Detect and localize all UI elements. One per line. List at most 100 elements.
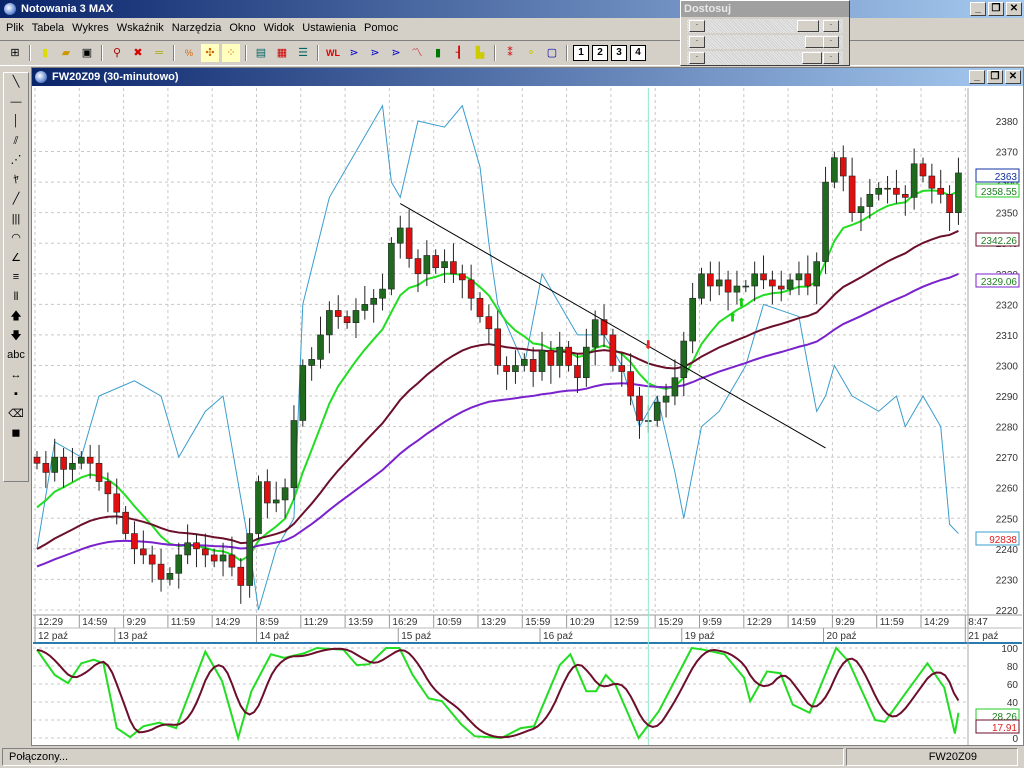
time-label: 16:29 <box>392 617 417 628</box>
candle-body <box>290 420 298 489</box>
price-chart[interactable]: 2220223022402250226022702280229023002310… <box>0 0 1024 768</box>
candle-body <box>901 194 909 198</box>
candle-body <box>131 533 138 550</box>
moving-average-mid <box>36 230 959 550</box>
ma-long-value: 2329.06 <box>981 277 1018 288</box>
candle-body <box>742 285 750 288</box>
time-label: 13:59 <box>348 617 373 628</box>
overlay-value: 92838 <box>989 535 1017 546</box>
candle-body <box>609 334 617 366</box>
candle-body <box>583 346 590 379</box>
candle-body <box>51 456 59 473</box>
candle-body <box>512 365 519 372</box>
time-label: 15:59 <box>525 617 550 628</box>
candle-body <box>813 261 820 287</box>
candle-body <box>33 456 41 464</box>
candle-body <box>69 462 76 470</box>
price-tick-label: 2310 <box>996 331 1019 342</box>
stoch-d-value: 17.91 <box>992 723 1017 734</box>
time-label: 15:29 <box>658 617 683 628</box>
price-tick-label: 2250 <box>996 514 1019 525</box>
candle-body <box>866 194 874 207</box>
adjust-slider-3[interactable]: · · <box>687 51 843 65</box>
price-tick-label: 2280 <box>996 423 1019 434</box>
candle-body <box>388 242 395 290</box>
osc-tick-label: 60 <box>1007 680 1019 691</box>
time-label: 12:29 <box>38 617 63 628</box>
candle-body <box>326 310 333 336</box>
time-label: 10:59 <box>437 617 462 628</box>
candle-body <box>574 365 581 379</box>
candle-body <box>946 194 953 213</box>
price-tick-label: 2290 <box>996 392 1019 403</box>
time-label: 14:59 <box>791 617 816 628</box>
candle-body <box>485 316 493 330</box>
candle-body <box>42 462 50 473</box>
candle-body <box>875 187 883 195</box>
candle-body <box>591 319 599 348</box>
candle-body <box>520 359 528 366</box>
candle-body <box>272 499 280 504</box>
date-label: 19 paź <box>685 631 715 642</box>
adjust-panel-title[interactable]: Dostosuj <box>681 1 849 17</box>
price-tick-label: 2320 <box>996 300 1019 311</box>
candle-body <box>822 181 829 262</box>
ma-mid-value: 2342.26 <box>981 236 1018 247</box>
candle-body <box>317 334 324 360</box>
adjust-panel: Dostosuj · · · · · · <box>680 0 850 66</box>
candle-body <box>95 462 103 482</box>
candle-body <box>627 371 634 397</box>
osc-tick-label: 80 <box>1007 662 1019 673</box>
candle-body <box>937 187 945 195</box>
price-tick-label: 2350 <box>996 209 1019 220</box>
candle-body <box>193 542 200 550</box>
candle-body <box>884 187 891 190</box>
candle-body <box>689 297 696 342</box>
moving-average-short <box>36 189 959 562</box>
buy-signal-arrow: ⬆ <box>736 295 746 309</box>
price-tick-label: 2230 <box>996 575 1019 586</box>
candle-body <box>538 349 546 372</box>
candle-body <box>565 346 572 366</box>
price-tick-label: 2260 <box>996 484 1019 495</box>
time-label: 11:59 <box>171 617 196 628</box>
candle-body <box>795 273 803 281</box>
candle-body <box>831 157 838 183</box>
candle-body <box>671 377 679 397</box>
candle-body <box>202 548 209 556</box>
candle-body <box>113 493 121 513</box>
candle-body <box>476 297 484 317</box>
candle-body <box>157 563 165 580</box>
candle-body <box>334 310 342 317</box>
candle-body <box>379 288 386 299</box>
buy-signal-arrow: ⬆ <box>727 311 737 325</box>
time-label: 11:29 <box>304 617 329 628</box>
candle-body <box>343 316 351 323</box>
date-label: 13 paź <box>118 631 148 642</box>
candle-body <box>707 273 714 287</box>
candle-body <box>458 273 466 281</box>
candle-body <box>857 206 865 213</box>
candle-body <box>529 359 537 372</box>
candle-body <box>503 365 510 372</box>
osc-tick-label: 40 <box>1007 698 1019 709</box>
candle-body <box>361 304 369 311</box>
candle-body <box>264 481 271 504</box>
candle-body <box>246 533 253 586</box>
status-symbol: FW20Z09 <box>846 748 1018 766</box>
last-price-label: 2363 <box>995 172 1018 183</box>
candle-body <box>308 359 315 366</box>
osc-tick-label: 0 <box>1012 734 1018 745</box>
candle-body <box>715 279 723 287</box>
candle-body <box>423 255 431 275</box>
candle-body <box>166 572 174 580</box>
time-label: 12:29 <box>747 617 772 628</box>
candle-body <box>839 157 847 177</box>
status-bar: Połączony... FW20Z09 <box>0 746 1024 768</box>
candle-body <box>60 456 67 470</box>
sell-signal-arrow: ⬇ <box>643 338 653 352</box>
adjust-slider-1[interactable]: · · <box>687 19 843 33</box>
adjust-slider-2[interactable]: · · <box>687 35 843 49</box>
time-label: 13:29 <box>481 617 506 628</box>
stoch-d-line <box>36 647 960 739</box>
